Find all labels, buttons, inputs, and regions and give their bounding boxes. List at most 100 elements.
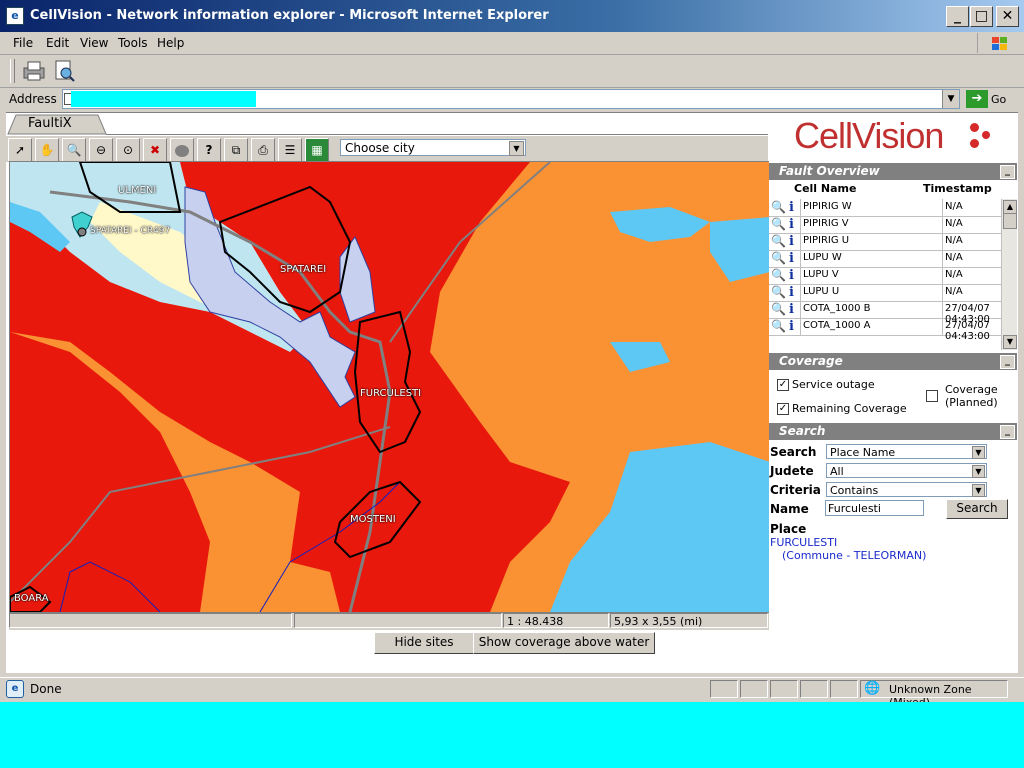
criteria-arrow[interactable]: ▼ [972,484,985,497]
close-button[interactable]: ✕ [996,6,1019,27]
scroll-down-arrow[interactable]: ▼ [1003,335,1017,349]
address-dropdown[interactable]: ▼ [942,90,959,108]
info-icon[interactable]: i [789,200,795,215]
city-select[interactable]: Choose city ▼ [340,139,526,156]
search-minimize[interactable]: _ [1000,425,1015,439]
zoom-to-cell-icon[interactable]: 🔍 [771,234,786,248]
remaining-coverage-checkbox[interactable]: ✓ [777,403,789,415]
map-status-bar: 1 : 48.438 5,93 x 3,55 (mi) [9,613,769,630]
criteria-select[interactable]: Contains ▼ [826,482,987,497]
coverage-minimize[interactable]: _ [1000,355,1015,369]
fault-row[interactable]: 🔍 i LUPU U N/A [769,284,1001,302]
search-header: Search _ [769,423,1017,440]
fault-row[interactable]: 🔍 i LUPU V N/A [769,267,1001,285]
zoom-to-cell-icon[interactable]: 🔍 [771,251,786,265]
show-coverage-button[interactable]: Show coverage above water [473,632,655,654]
page-done-icon: e [6,680,24,698]
judete-arrow[interactable]: ▼ [972,465,985,478]
info-icon[interactable]: i [789,285,795,300]
zoom-to-cell-icon[interactable]: 🔍 [771,302,786,316]
fault-scrollbar[interactable]: ▲ ▼ [1001,199,1017,350]
map-status-cell [9,613,292,628]
menu-view[interactable]: View [80,36,108,50]
fault-row[interactable]: 🔍 i COTA_1000 A 27/04/07 04:43:00 [769,318,1001,342]
coverage-planned-label: Coverage (Planned) [945,383,998,409]
zoom-to-cell-icon[interactable]: 🔍 [771,319,786,333]
maximize-button[interactable]: □ [970,6,993,27]
pan-hand-icon[interactable]: ✋ [35,138,59,162]
zoom-in-icon[interactable]: 🔍 [62,138,86,162]
fault-cell-name: PIPIRIG W [800,199,943,216]
select-arrow-icon[interactable]: ➚ [8,138,32,162]
map-layers-icon[interactable]: ▦ [305,138,329,162]
go-arrow-icon[interactable]: ➔ [966,90,988,108]
print-preview-icon[interactable] [52,59,76,83]
col-cell-name[interactable]: Cell Name [794,182,856,195]
fault-row[interactable]: 🔍 i LUPU W N/A [769,250,1001,268]
toolbar-grip [10,59,15,83]
menu-help[interactable]: Help [157,36,184,50]
address-redacted [71,91,256,107]
coverage-map[interactable]: ULMENI SPATAREI - CR497 SPATAREI FURCULE… [9,161,771,613]
col-timestamp[interactable]: Timestamp [923,182,992,195]
search-type-label: Search [770,445,817,459]
zoom-extent-icon[interactable]: ⊙ [116,138,140,162]
info-icon[interactable]: i [789,268,795,283]
menu-edit[interactable]: Edit [46,36,69,50]
menu-file[interactable]: File [13,36,33,50]
scroll-up-arrow[interactable]: ▲ [1003,200,1017,214]
result-heading: Place [770,522,807,536]
search-button[interactable]: Search [946,499,1008,519]
service-outage-checkbox[interactable]: ✓ [777,379,789,391]
status-cell-1 [710,680,738,698]
judete-select[interactable]: All ▼ [826,463,987,478]
search-type-arrow[interactable]: ▼ [972,446,985,459]
standard-toolbar [0,55,1024,88]
zoom-out-icon[interactable]: ⊖ [89,138,113,162]
fault-row[interactable]: 🔍 i PIPIRIG W N/A [769,199,1001,217]
judete-value: All [830,465,844,478]
zoom-to-cell-icon[interactable]: 🔍 [771,200,786,214]
status-cell-5 [830,680,858,698]
name-input[interactable] [825,500,924,516]
tab-faultix[interactable]: FaultiX [28,116,72,131]
search-title: Search [779,424,826,438]
criteria-label: Criteria [770,483,821,497]
print-icon[interactable] [22,60,46,82]
title-bar: e CellVision - Network information explo… [0,0,1024,32]
circle-icon[interactable] [170,138,194,162]
hide-sites-button[interactable]: Hide sites [374,632,474,654]
judete-label: Judete [770,464,814,478]
zoom-clear-icon[interactable]: ✖ [143,138,167,162]
address-input[interactable]: ▼ [62,89,960,109]
copy-icon[interactable]: ⧉ [224,138,248,162]
search-type-select[interactable]: Place Name ▼ [826,444,987,459]
browser-window: e CellVision - Network information explo… [0,0,1024,702]
info-icon[interactable]: i [789,319,795,334]
go-button[interactable]: Go [991,93,1006,106]
menu-tools[interactable]: Tools [118,36,148,50]
minimize-button[interactable]: _ [946,6,969,27]
info-icon[interactable]: i [789,234,795,249]
result-place-link[interactable]: FURCULESTI [770,536,837,549]
fault-overview-minimize[interactable]: _ [1000,165,1015,179]
coverage-planned-checkbox[interactable] [926,390,938,402]
legend-icon[interactable]: ☰ [278,138,302,162]
scroll-thumb[interactable] [1003,213,1017,229]
info-icon[interactable]: i [789,251,795,266]
info-icon[interactable]: i [789,302,795,317]
fault-row[interactable]: 🔍 i COTA_1000 B 27/04/07 04:43:00 [769,301,1001,325]
zone-cell: 🌐 Unknown Zone (Mixed) [860,680,1008,702]
info-icon[interactable]: i [789,217,795,232]
zoom-to-cell-icon[interactable]: 🔍 [771,268,786,282]
fault-row[interactable]: 🔍 i PIPIRIG U N/A [769,233,1001,251]
info-query-icon[interactable]: ? [197,138,221,162]
fault-timestamp: N/A [945,235,963,246]
zoom-to-cell-icon[interactable]: 🔍 [771,217,786,231]
service-outage-label: Service outage [792,378,875,391]
fault-row[interactable]: 🔍 i PIPIRIG V N/A [769,216,1001,234]
fault-table-header: Cell Name Timestamp [769,182,1017,198]
zoom-to-cell-icon[interactable]: 🔍 [771,285,786,299]
city-select-arrow[interactable]: ▼ [509,141,524,156]
print-icon[interactable]: ⎙ [251,138,275,162]
